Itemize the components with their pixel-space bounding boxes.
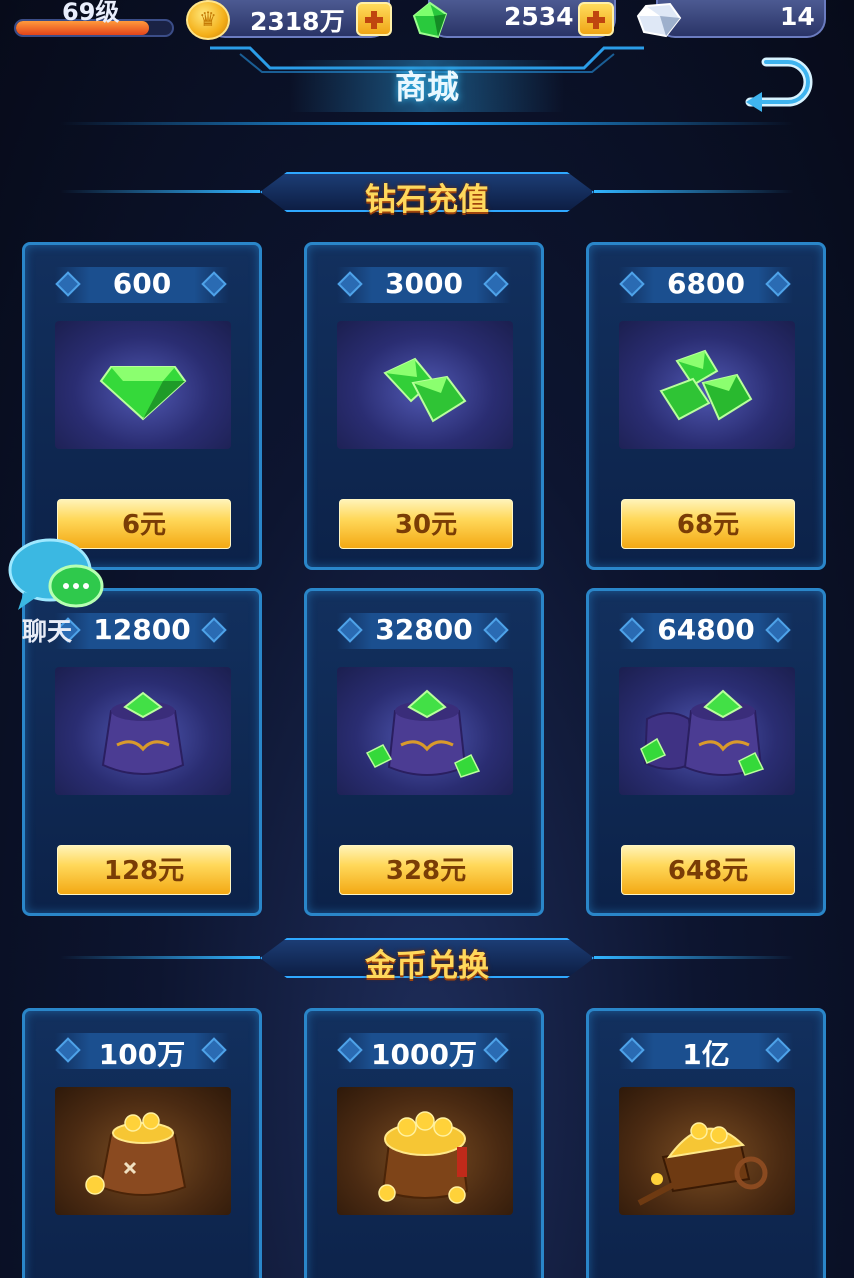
amount-row: 6800 <box>619 265 793 305</box>
pack-amount: 1亿 <box>682 1038 730 1071</box>
diamond-section-header: 钻石充值 <box>0 168 854 218</box>
coin-pot-icon <box>378 1111 469 1204</box>
single-gem-icon <box>99 366 187 421</box>
crystal-icon <box>636 2 682 38</box>
title-divider <box>60 122 794 125</box>
page-title: 商城 <box>394 68 459 106</box>
pack-amount: 6800 <box>667 267 745 300</box>
pack-image <box>619 321 795 449</box>
amount-row: 100万 <box>55 1031 229 1071</box>
diamond-pack-card[interactable]: 6800 68元 <box>586 242 826 570</box>
amount-row: 600 <box>55 265 229 305</box>
pack-image <box>55 321 231 449</box>
pack-image <box>337 1087 513 1215</box>
gold-value: 2318万 <box>250 7 345 36</box>
coin-cart-icon <box>637 1122 768 1206</box>
gem-bags-icon <box>640 689 765 776</box>
buy-button[interactable]: 648元 <box>621 845 795 895</box>
pack-image <box>55 1087 231 1215</box>
amount-row: 64800 <box>619 611 793 651</box>
player-level: 69级 <box>6 0 174 38</box>
gem-bag-icon <box>101 691 185 775</box>
buy-button[interactable]: 328元 <box>339 845 513 895</box>
amount-row: 1000万 <box>337 1031 511 1071</box>
coin-bag-icon <box>85 1112 187 1196</box>
green-gem-icon <box>412 1 448 39</box>
pack-image <box>55 667 231 795</box>
diamond-section-title: 钻石充值 <box>365 182 489 218</box>
gem-pile-icon <box>383 357 467 423</box>
gold-section-header: 金币兑换 <box>0 934 854 984</box>
pack-image <box>337 667 513 795</box>
pack-image <box>619 667 795 795</box>
resource-bar: 69级 2318万 2534 14 <box>0 0 854 40</box>
gold-pack-card[interactable]: 100万 <box>22 1008 262 1278</box>
gold-pack-card[interactable]: 1亿 <box>586 1008 826 1278</box>
add-gems-button[interactable] <box>578 2 614 36</box>
pack-amount: 1000万 <box>371 1038 477 1071</box>
gem-value: 2534 <box>504 2 574 31</box>
buy-button[interactable]: 128元 <box>57 845 231 895</box>
gold-coin-icon <box>186 0 230 40</box>
amount-row: 3000 <box>337 265 511 305</box>
gem-bag-spill-icon <box>365 689 481 778</box>
diamond-pack-card[interactable]: 600 6元 <box>22 242 262 570</box>
gem-heap-icon <box>659 349 753 421</box>
level-label: 69级 <box>62 0 120 26</box>
pack-amount: 3000 <box>385 267 463 300</box>
pack-amount: 32800 <box>375 613 473 646</box>
diamond-pack-card[interactable]: 64800 648元 <box>586 588 826 916</box>
pack-image <box>619 1087 795 1215</box>
diamond-pack-card[interactable]: 32800 328元 <box>304 588 544 916</box>
amount-row: 32800 <box>337 611 511 651</box>
pack-amount: 600 <box>112 267 172 300</box>
amount-row: 1亿 <box>619 1031 793 1071</box>
buy-button[interactable]: 30元 <box>339 499 513 549</box>
back-arrow-icon[interactable] <box>744 50 816 114</box>
chat-label[interactable]: 聊天 <box>22 612 72 648</box>
add-gold-button[interactable] <box>356 2 392 36</box>
diamond-pack-card[interactable]: 3000 30元 <box>304 242 544 570</box>
gold-section-title: 金币兑换 <box>365 948 489 984</box>
buy-button[interactable]: 68元 <box>621 499 795 549</box>
gold-pack-card[interactable]: 1000万 <box>304 1008 544 1278</box>
pack-image <box>337 321 513 449</box>
pack-amount: 100万 <box>98 1038 186 1071</box>
pack-amount: 64800 <box>657 613 755 646</box>
crystal-value: 14 <box>780 2 815 31</box>
